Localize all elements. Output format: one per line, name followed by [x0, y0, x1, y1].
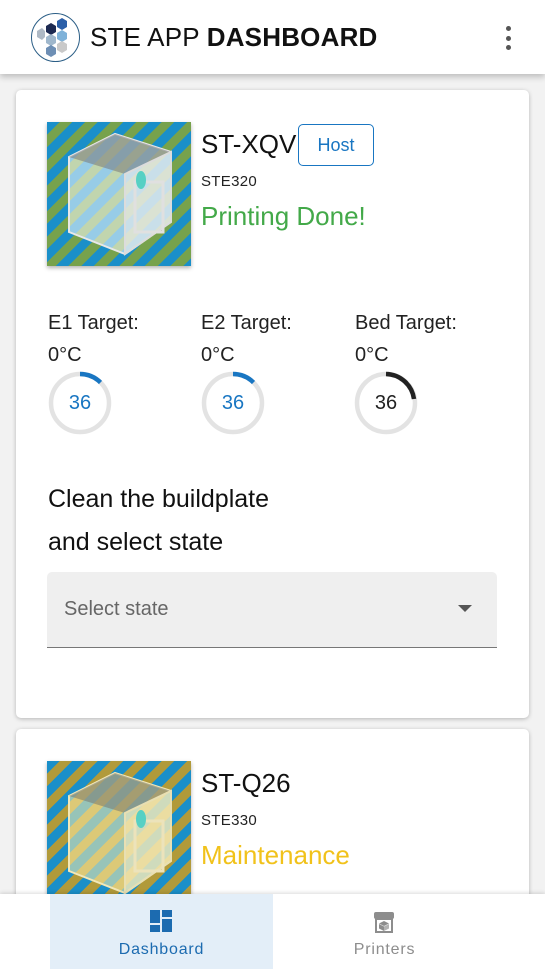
instruction-line-1: Clean the buildplate: [48, 485, 269, 513]
e1-target-value: 0°C: [48, 344, 82, 366]
printer-name: ST-Q26: [201, 768, 291, 798]
dropdown-arrow-icon: [458, 605, 472, 612]
e1-gauge-value: 36: [68, 391, 92, 414]
state-select[interactable]: Select state: [47, 572, 497, 648]
printer-icon: [374, 912, 394, 933]
bed-target-label: Bed Target:: [355, 312, 457, 334]
nav-printers[interactable]: Printers: [273, 894, 496, 969]
e1-target-label: E1 Target:: [48, 312, 139, 334]
nav-dashboard[interactable]: Dashboard: [50, 894, 273, 969]
printer-status: Printing Done!: [201, 201, 366, 231]
printer-image: [47, 122, 191, 266]
more-vert-icon[interactable]: [498, 24, 518, 52]
host-button[interactable]: Host: [298, 124, 374, 166]
bottom-navigation: Dashboard Printers: [0, 894, 545, 969]
instruction-line-2: and select state: [48, 528, 224, 556]
app-bar: STE APP DASHBOARD: [0, 0, 545, 74]
dashboard-icon: [150, 910, 172, 932]
printer-model: STE320: [201, 173, 257, 190]
instruction-text: Clean the buildplate and select state: [48, 478, 269, 564]
e2-target-value: 0°C: [201, 344, 235, 366]
printer-name: ST-XQV: [201, 129, 297, 159]
e2-target-label: E2 Target:: [201, 312, 292, 334]
e2-temp-gauge: 36: [200, 370, 266, 436]
state-select-placeholder: Select state: [64, 598, 169, 620]
nav-printers-label: Printers: [353, 941, 416, 958]
e2-gauge-value: 36: [221, 391, 245, 414]
bed-target-value: 0°C: [355, 344, 389, 366]
printer-image: [47, 761, 191, 905]
printer-card: ST-XQV Host STE320 Printing Done! E1 Tar…: [16, 90, 529, 718]
app-logo: [31, 13, 80, 62]
e1-temp-gauge: 36: [47, 370, 113, 436]
bed-gauge-value: 36: [374, 391, 398, 414]
printer-status: Maintenance: [201, 840, 350, 870]
printer-model: STE330: [201, 812, 257, 829]
nav-dashboard-label: Dashboard: [118, 941, 205, 958]
app-title: STE APP DASHBOARD: [90, 22, 378, 52]
bed-temp-gauge: 36: [353, 370, 419, 436]
